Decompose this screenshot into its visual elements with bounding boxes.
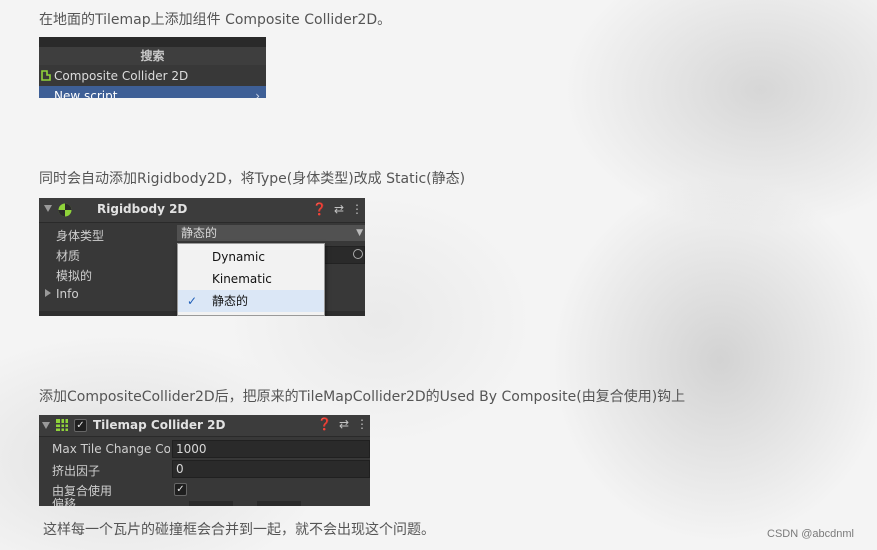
material-label: 材质 [56, 249, 81, 263]
kebab-menu-icon[interactable]: ⋮ [351, 202, 363, 216]
used-by-composite-checkbox[interactable]: ✓ [174, 483, 187, 496]
info-label[interactable]: Info [56, 287, 79, 301]
rigidbody-2d-header[interactable]: Rigidbody 2D ❓ ⇄ ⋮ [39, 198, 365, 223]
rigidbody-2d-inspector: Rigidbody 2D ❓ ⇄ ⋮ 身体类型 静态的 ▼ 材质 模拟的 Info … [39, 198, 365, 316]
info-expand-arrow-icon[interactable] [45, 289, 51, 297]
collapse-arrow-icon[interactable] [42, 422, 50, 429]
rigidbody-icon [58, 203, 72, 217]
option-kinematic-label: Kinematic [212, 272, 272, 286]
instruction-line-4: 这样每一个瓦片的碰撞框会合并到一起，就不会出现这个问题。 [43, 522, 435, 538]
body-type-dropdown[interactable]: 静态的 ▼ [177, 225, 365, 241]
help-icon[interactable]: ❓ [317, 417, 332, 431]
collapse-arrow-icon[interactable] [44, 205, 52, 212]
body-type-options-menu: Dynamic Kinematic ✓ 静态的 [177, 243, 325, 316]
tilemap-collider-2d-title: Tilemap Collider 2D [93, 418, 226, 432]
preset-icon[interactable]: ⇄ [334, 202, 344, 216]
extrusion-factor-input[interactable]: 0 [172, 460, 370, 478]
search-bar[interactable] [39, 37, 266, 47]
option-dynamic[interactable]: Dynamic [178, 246, 324, 268]
extrusion-factor-value: 0 [176, 462, 184, 476]
new-script-item[interactable]: New script › [39, 86, 266, 98]
option-static-label: 静态的 [212, 294, 249, 308]
rigidbody-2d-title: Rigidbody 2D [97, 202, 188, 216]
material-field[interactable] [319, 246, 365, 264]
preset-icon[interactable]: ⇄ [339, 417, 349, 431]
polygon-collider-icon [41, 70, 51, 81]
instruction-line-3: 添加CompositeCollider2D后，把原来的TileMapCollid… [39, 389, 686, 405]
tilemap-collider-2d-inspector: ✓ Tilemap Collider 2D ❓ ⇄ ⋮ Max Tile Chang… [39, 415, 370, 506]
option-kinematic[interactable]: Kinematic [178, 268, 324, 290]
composite-collider-2d-label: Composite Collider 2D [54, 69, 189, 83]
csdn-watermark: CSDN @abcdnml [767, 528, 854, 540]
dropdown-arrow-icon: ▼ [356, 228, 363, 238]
simulated-label: 模拟的 [56, 269, 93, 283]
tilemap-grid-icon [56, 419, 68, 431]
offset-y-input[interactable] [257, 501, 301, 506]
body-type-value: 静态的 [181, 226, 218, 240]
object-picker-icon[interactable] [353, 249, 363, 259]
offset-label: 偏移 [52, 497, 77, 506]
component-enable-checkbox[interactable]: ✓ [74, 419, 87, 432]
checkmark-icon: ✓ [187, 294, 198, 308]
max-tile-change-label: Max Tile Change Count [52, 442, 170, 456]
search-header: 搜索 [39, 47, 266, 65]
extrusion-factor-label: 挤出因子 [52, 464, 101, 478]
add-component-search-panel: 搜索 Composite Collider 2D New script › [39, 37, 266, 98]
chevron-right-icon: › [255, 89, 260, 98]
instruction-line-2: 同时会自动添加Rigidbody2D，将Type(身体类型)改成 Static(… [39, 171, 466, 187]
offset-x-input[interactable] [189, 501, 233, 506]
instruction-line-1: 在地面的Tilemap上添加组件 Composite Collider2D。 [39, 12, 392, 28]
help-icon[interactable]: ❓ [312, 202, 327, 216]
composite-collider-2d-item[interactable]: Composite Collider 2D [39, 66, 266, 86]
kebab-menu-icon[interactable]: ⋮ [356, 417, 368, 431]
option-static[interactable]: ✓ 静态的 [178, 290, 324, 312]
max-tile-change-input[interactable]: 1000 [172, 440, 370, 458]
new-script-label: New script [54, 89, 118, 98]
offset-row: 偏移 [39, 497, 370, 506]
tilemap-collider-2d-header[interactable]: ✓ Tilemap Collider 2D ❓ ⇄ ⋮ [39, 415, 370, 437]
max-tile-change-value: 1000 [176, 442, 207, 456]
option-dynamic-label: Dynamic [212, 250, 265, 264]
body-type-label: 身体类型 [56, 229, 105, 243]
